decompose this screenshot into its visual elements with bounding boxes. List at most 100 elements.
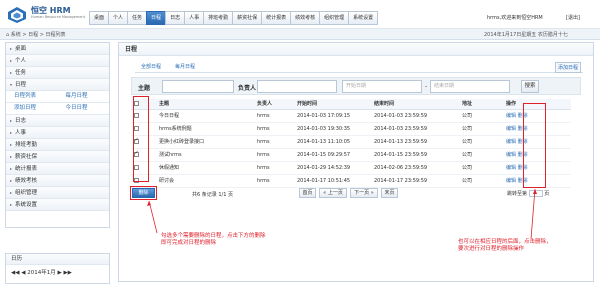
prev-year-icon[interactable]: ◀◀ — [11, 270, 19, 276]
row-subject[interactable]: 更换小红砖登录接口 — [159, 135, 257, 149]
row-address: 公司 — [462, 148, 506, 162]
row-subject[interactable]: 今日日程 — [159, 109, 257, 123]
col-subject: 主题 — [159, 99, 257, 110]
date-range-separator: - — [425, 83, 428, 90]
nav-personal[interactable]: 个人 — [108, 11, 128, 25]
page-jump: 跳转至第 页 — [507, 190, 549, 197]
nav-reports[interactable]: 统计报表 — [261, 11, 291, 25]
main-nav: 桌面 个人 任务 日程 日志 人事 排班考勤 薪资社保 统计报表 绩效考核 组织… — [89, 11, 379, 25]
sidebar-link-today-schedule[interactable]: 今日日程 — [58, 103, 110, 114]
top-bar: 恒空 HRM Human Resource Management 桌面 个人 任… — [0, 0, 600, 29]
search-filter-bar: 主题 负责人 开始日期 - 结束日期 搜索 — [131, 77, 581, 95]
sidebar-item-attendance[interactable]: ▸ 排班考勤 — [6, 139, 109, 151]
calendar-nav: ◀◀ ◀ 2014年1月 ▶ ▶▶ — [11, 268, 72, 276]
nav-desktop[interactable]: 桌面 — [89, 11, 109, 25]
nav-tasks[interactable]: 任务 — [127, 11, 147, 25]
nav-settings[interactable]: 系统设置 — [348, 11, 379, 25]
row-subject[interactable]: 测试hrms — [159, 148, 257, 162]
bulk-delete-button[interactable]: 删除 — [132, 188, 155, 198]
page-title: 日程 — [119, 43, 593, 56]
sidebar-item-log[interactable]: ▸ 日志 — [6, 115, 109, 127]
home-icon[interactable]: ⌂ — [6, 32, 9, 38]
row-address: 公司 — [462, 174, 506, 188]
owner-label: 负责人 — [238, 85, 257, 92]
edit-link[interactable]: 编辑 — [506, 139, 516, 145]
table-row: 测试hrms hrms 2014-01-15 09:29:57 2014-01-… — [131, 148, 571, 162]
next-year-icon[interactable]: ▶▶ — [63, 270, 71, 276]
nav-organization[interactable]: 组织管理 — [319, 11, 349, 25]
nav-personnel[interactable]: 人事 — [184, 11, 204, 25]
logout-link[interactable]: [退出] — [566, 14, 580, 21]
col-owner: 负责人 — [257, 99, 297, 110]
sidebar-link-add-schedule[interactable]: 添加日程 — [6, 103, 58, 114]
add-schedule-button[interactable]: 添加日程 — [554, 62, 581, 73]
start-date-input[interactable]: 开始日期 — [342, 80, 422, 93]
current-date: 2014年1月17日星期五 农历腊月十七 — [484, 32, 568, 38]
sidebar-item-desktop[interactable]: ▸ 桌面 — [6, 43, 109, 55]
sidebar-item-label: 日程 — [15, 82, 27, 88]
sidebar-item-personal[interactable]: ▸ 个人 — [6, 55, 109, 67]
sidebar-link-monthly-schedule[interactable]: 每月日程 — [58, 91, 110, 102]
breadcrumb-text[interactable]: 系统 > 日程 > 日程列表 — [11, 32, 66, 38]
sidebar: ▸ 桌面 ▸ 个人 ▸ 任务 ▾ 日程 日程列表 每月日程 添加日程 今日日程 ▸ 日志 … — [5, 42, 110, 228]
sidebar-subrow: 日程列表 每月日程 — [6, 91, 109, 103]
edit-link[interactable]: 编辑 — [506, 165, 516, 171]
nav-attendance[interactable]: 排班考勤 — [203, 11, 233, 25]
end-date-input[interactable]: 结束日期 — [430, 80, 510, 93]
annotation-left: 勾选多个需要删除的日程，点击下方的删除 即可完成对日程的删除 — [161, 233, 266, 247]
owner-input[interactable] — [257, 80, 337, 93]
row-address: 公司 — [462, 135, 506, 149]
sidebar-item-performance[interactable]: ▸ 绩效考核 — [6, 175, 109, 187]
table-row: 休假通知 hrms 2014-01-29 14:52:39 2014-02-06… — [131, 161, 571, 175]
sidebar-item-label: 桌面 — [15, 46, 27, 52]
row-owner: hrms — [257, 148, 297, 162]
last-page-button[interactable]: 末页 — [381, 188, 398, 198]
sidebar-link-schedule-list[interactable]: 日程列表 — [6, 91, 58, 102]
edit-link[interactable]: 编辑 — [506, 113, 516, 119]
row-start: 2014-01-29 14:52:39 — [297, 161, 374, 175]
subject-input[interactable] — [162, 80, 234, 93]
calendar-month: 2014年1月 — [27, 270, 56, 276]
sidebar-item-label: 薪资社保 — [15, 154, 38, 160]
row-subject[interactable]: 休假通知 — [159, 161, 257, 175]
sidebar-item-tasks[interactable]: ▸ 任务 — [6, 67, 109, 79]
sidebar-item-payroll[interactable]: ▸ 薪资社保 — [6, 151, 109, 163]
row-end: 2014-01-03 23:59:59 — [374, 122, 462, 136]
row-end: 2014-01-03 23:59:59 — [374, 109, 462, 123]
edit-link[interactable]: 编辑 — [506, 178, 516, 184]
tab-monthly-schedules[interactable]: 每月日程 — [175, 63, 195, 70]
edit-link[interactable]: 编辑 — [506, 126, 516, 132]
calendar-title: 日历 — [6, 254, 109, 265]
row-subject[interactable]: hrms系统例题 — [159, 122, 257, 136]
first-page-button[interactable]: 首页 — [299, 188, 316, 198]
welcome-text: hrms,欢迎来到恒空HRM — [487, 15, 543, 21]
nav-log[interactable]: 日志 — [165, 11, 185, 25]
jump-label: 跳转至第 — [507, 191, 528, 197]
row-owner: hrms — [257, 122, 297, 136]
nav-payroll[interactable]: 薪资社保 — [232, 11, 262, 25]
jump-page-input[interactable] — [528, 190, 543, 197]
row-start: 2014-01-13 11:10:05 — [297, 135, 374, 149]
prev-month-icon[interactable]: ◀ — [21, 270, 25, 276]
schedule-table: 主题 负责人 开始时间 结束时间 地址 操作 今日日程 hrms 2014-01… — [131, 99, 571, 188]
annotation-right: 也可以在相应日程的后面，点击删除， 要次进行对日程的删除操作 — [458, 239, 552, 253]
sidebar-item-schedule[interactable]: ▾ 日程 — [6, 79, 109, 91]
actions-highlight-box — [523, 103, 546, 188]
next-page-button[interactable]: 下一页 » — [350, 188, 378, 198]
row-subject[interactable]: 研讨会 — [159, 174, 257, 188]
row-start: 2014-01-03 17:09:15 — [297, 109, 374, 123]
nav-schedule[interactable]: 日程 — [146, 11, 166, 25]
logo-icon — [8, 7, 26, 23]
tab-all-schedules[interactable]: 全部日程 — [141, 63, 161, 70]
search-button[interactable]: 搜索 — [521, 80, 539, 93]
edit-link[interactable]: 编辑 — [506, 152, 516, 158]
sidebar-item-organization[interactable]: ▸ 组织管理 — [6, 187, 109, 199]
nav-performance[interactable]: 绩效考核 — [290, 11, 320, 25]
sidebar-item-settings[interactable]: ▸ 系统设置 — [6, 199, 109, 211]
checkbox-highlight-box — [133, 96, 149, 182]
annotation-right-line2: 要次进行对日程的删除操作 — [458, 246, 525, 252]
sidebar-item-personnel[interactable]: ▸ 人事 — [6, 127, 109, 139]
next-month-icon[interactable]: ▶ — [57, 270, 61, 276]
prev-page-button[interactable]: « 上一页 — [319, 188, 347, 198]
sidebar-item-reports[interactable]: ▸ 统计报表 — [6, 163, 109, 175]
